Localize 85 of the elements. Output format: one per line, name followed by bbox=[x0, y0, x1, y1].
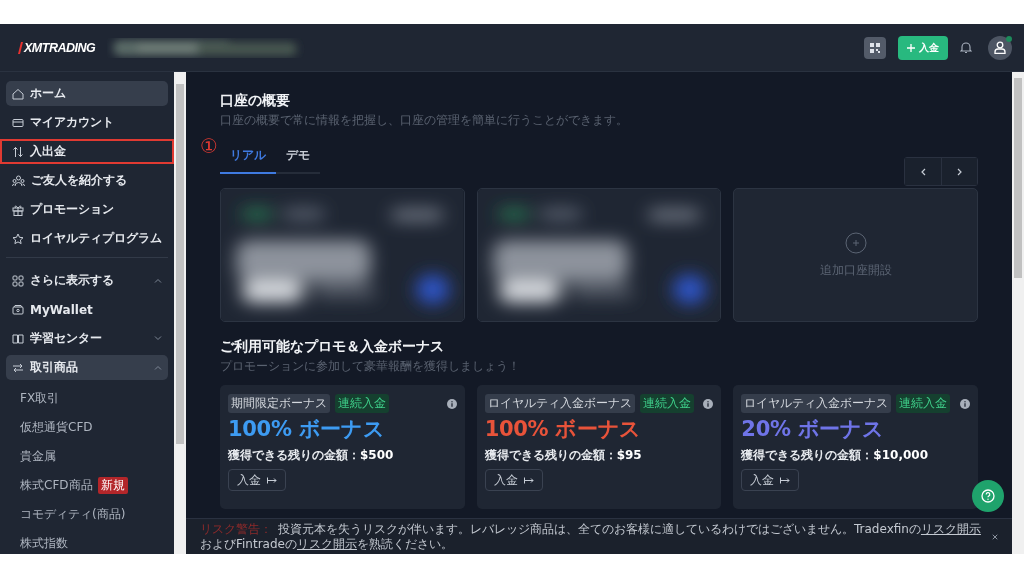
amount-label: 獲得できる残りの金額： bbox=[484, 447, 617, 464]
amount-value: $95 bbox=[616, 448, 642, 462]
new-badge: 新規 bbox=[97, 477, 128, 494]
deposit-button[interactable]: 入金 bbox=[741, 469, 800, 491]
avatar-button[interactable] bbox=[988, 35, 1012, 60]
amount-label: 獲得できる残りの金額： bbox=[741, 447, 874, 464]
sidebar-subitem[interactable]: コモディティ(商品) bbox=[6, 500, 168, 529]
scrollbar[interactable] bbox=[174, 72, 186, 554]
risk-disclosure-link[interactable]: リスク開示 bbox=[920, 522, 981, 537]
book-icon bbox=[12, 332, 24, 345]
chevron-left-icon bbox=[920, 167, 926, 176]
chevron-up-icon bbox=[154, 278, 162, 283]
bonus-headline: 100% ボーナス bbox=[484, 416, 643, 443]
tab[interactable]: デモ bbox=[276, 143, 320, 174]
arrow-right-bar-icon bbox=[523, 476, 534, 484]
sidebar-subitem[interactable]: FX取引 bbox=[6, 384, 168, 413]
swap-arrows-icon bbox=[12, 361, 24, 374]
sidebar-subitem[interactable]: 株式指数 bbox=[6, 529, 168, 554]
info-icon[interactable] bbox=[446, 398, 457, 409]
sidebar-item[interactable]: ご友人を紹介する bbox=[6, 168, 168, 193]
tab[interactable]: リアル bbox=[220, 143, 276, 174]
section-title: ご利用可能なプロモ＆入金ボーナス bbox=[220, 338, 445, 356]
help-button[interactable] bbox=[972, 480, 1004, 512]
amount-value: $500 bbox=[360, 448, 394, 462]
chevron-up-icon bbox=[154, 365, 162, 370]
home-icon bbox=[12, 87, 24, 100]
sidebar-subitem-label: 株式指数 bbox=[20, 535, 68, 552]
bonus-headline: 100% ボーナス bbox=[228, 416, 386, 443]
bell-icon[interactable] bbox=[960, 41, 972, 54]
sidebar-subitem-label: コモディティ(商品) bbox=[20, 506, 126, 523]
info-icon[interactable] bbox=[703, 398, 714, 409]
annotation-marker: ① bbox=[200, 136, 218, 156]
star-icon bbox=[12, 232, 24, 245]
sidebar-subitem[interactable]: 貴金属 bbox=[6, 442, 168, 471]
logo-slash-icon bbox=[18, 41, 23, 54]
tag: 期間限定ボーナス bbox=[228, 394, 330, 413]
user-icon bbox=[994, 41, 1006, 54]
sidebar-subitem-label: 株式CFD商品 bbox=[20, 477, 93, 494]
sidebar-subitem[interactable]: 仮想通貨CFD bbox=[6, 413, 168, 442]
tag: 連続入金 bbox=[639, 394, 694, 413]
deposit-button[interactable]: 入金 bbox=[484, 469, 543, 491]
sidebar-item[interactable]: ロイヤルティプログラム bbox=[6, 226, 168, 251]
sidebar-item[interactable]: 入出金 bbox=[0, 139, 174, 164]
sidebar-subitem-label: 貴金属 bbox=[20, 448, 56, 465]
sidebar-subitem[interactable]: 株式CFD商品 新規 bbox=[6, 471, 168, 500]
wallet-icon bbox=[12, 303, 24, 316]
tag: 連続入金 bbox=[896, 394, 951, 413]
sidebar-item[interactable]: 取引商品 bbox=[6, 355, 168, 380]
sidebar-item[interactable]: マイアカウント bbox=[6, 110, 168, 135]
grid-icon bbox=[12, 274, 24, 287]
plus-circle-icon bbox=[844, 231, 867, 254]
section-title: 口座の概要 bbox=[220, 92, 291, 110]
info-icon[interactable] bbox=[960, 398, 970, 409]
risk-disclosure-link[interactable]: リスク開示 bbox=[296, 536, 357, 551]
logo: XMTRADING bbox=[24, 40, 96, 55]
arrow-right-bar-icon bbox=[267, 476, 277, 484]
amount-value: $10,000 bbox=[873, 448, 928, 462]
close-icon[interactable] bbox=[991, 532, 998, 541]
qr-code-button[interactable] bbox=[864, 36, 886, 59]
tag: ロイヤルティ入金ボーナス bbox=[741, 394, 892, 413]
qr-code-icon bbox=[870, 42, 880, 53]
risk-warning-text: リスク警告： 投資元本を失うリスクが伴います。レバレッジ商品は、全てのお客様に適しているわけではございません。Tradexfinのリスク開示 およびFintradeのリスク開示を熟読ください。 bbox=[200, 522, 982, 551]
chevron-down-icon bbox=[154, 336, 162, 341]
up-down-arrows-icon bbox=[12, 145, 24, 158]
sidebar-item[interactable]: プロモーション bbox=[6, 197, 168, 222]
arrow-right-bar-icon bbox=[780, 476, 791, 484]
sidebar-subitem-label: 仮想通貨CFD bbox=[20, 419, 93, 436]
deposit-button[interactable]: 入金 bbox=[228, 469, 286, 491]
card-icon bbox=[12, 116, 24, 129]
amount-label: 獲得できる残りの金額： bbox=[228, 447, 360, 464]
bonus-headline: 20% ボーナス bbox=[741, 416, 885, 443]
sidebar-item[interactable]: さらに表示する bbox=[6, 268, 168, 293]
sidebar-item[interactable]: 学習センター bbox=[6, 326, 168, 351]
chevron-right-icon bbox=[957, 167, 962, 176]
people-icon bbox=[12, 174, 25, 187]
tag: 連続入金 bbox=[335, 394, 389, 413]
tag: ロイヤルティ入金ボーナス bbox=[484, 394, 635, 413]
scrollbar[interactable] bbox=[1012, 72, 1024, 554]
question-icon bbox=[981, 489, 995, 503]
sidebar-subitem-label: FX取引 bbox=[20, 390, 60, 407]
gift-icon bbox=[12, 203, 24, 216]
plus-icon bbox=[907, 43, 915, 52]
sidebar-item[interactable]: ホーム bbox=[6, 81, 168, 106]
sidebar-item[interactable]: MyWallet bbox=[6, 297, 168, 322]
section-subtitle: 口座の概要で常に情報を把握し、口座の管理を簡単に行うことができます。 bbox=[220, 112, 629, 129]
